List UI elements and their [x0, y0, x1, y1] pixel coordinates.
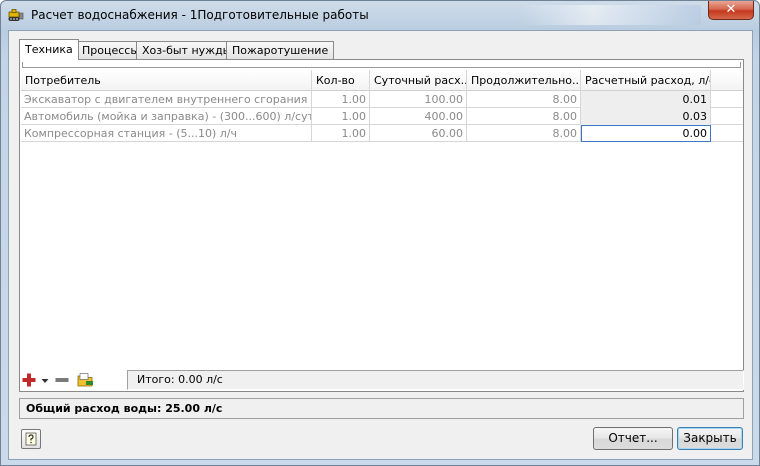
cell-consumer[interactable]: Компрессорная станция - (5...10) л/ч [21, 125, 312, 142]
column-header-qty[interactable]: Кол-во [312, 70, 370, 91]
consumers-grid[interactable]: Потребитель Кол-во Суточный расх... Прод… [21, 70, 743, 142]
cell-duration[interactable]: 8.00 [467, 108, 581, 125]
tab-protsessy[interactable]: Процессы [76, 41, 146, 59]
dialog-window: Расчет водоснабжения - 1Подготовительные… [0, 0, 760, 466]
plus-icon[interactable] [21, 371, 37, 389]
tab-panel: Потребитель Кол-во Суточный расх... Прод… [19, 59, 744, 392]
cell-calc[interactable]: 0.01 [581, 91, 711, 108]
close-button[interactable]: Закрыть [677, 427, 743, 450]
cell-consumer[interactable]: Экскаватор с двигателем внутреннего сгор… [21, 91, 312, 108]
title-bar[interactable]: Расчет водоснабжения - 1Подготовительные… [1, 1, 759, 29]
cell-daily[interactable]: 60.00 [370, 125, 467, 142]
table-row[interactable]: Компрессорная станция - (5...10) л/ч 1.0… [21, 125, 743, 142]
folder-edit-icon[interactable] [77, 371, 95, 389]
table-row[interactable]: Экскаватор с двигателем внутреннего сгор… [21, 91, 743, 108]
background-blur [521, 5, 701, 25]
dialog-client-area: Техника Процессы Хоз-быт нужды Пожаротуш… [8, 30, 753, 460]
cell-calc[interactable]: 0.03 [581, 108, 711, 125]
close-icon: ✕ [725, 2, 737, 17]
tab-pozharotushenie[interactable]: Пожаротушение [226, 41, 335, 59]
help-button[interactable] [21, 429, 41, 449]
column-header-calc[interactable]: Расчетный расход, л/с [581, 70, 711, 91]
bulldozer-icon [8, 9, 24, 21]
tab-tekhnika[interactable]: Техника [19, 39, 79, 60]
cell-daily[interactable]: 400.00 [370, 108, 467, 125]
cell-duration[interactable]: 8.00 [467, 125, 581, 142]
cell-qty[interactable]: 1.00 [312, 125, 370, 142]
table-row[interactable]: Автомобиль (мойка и заправка) - (300...6… [21, 108, 743, 125]
column-header-daily[interactable]: Суточный расх... [370, 70, 467, 91]
cell-consumer[interactable]: Автомобиль (мойка и заправка) - (300...6… [21, 108, 312, 125]
close-window-button[interactable]: ✕ [708, 1, 754, 20]
help-icon [25, 432, 37, 446]
minus-icon[interactable] [54, 371, 70, 389]
cell-qty[interactable]: 1.00 [312, 91, 370, 108]
window-title: Расчет водоснабжения - 1Подготовительные… [31, 8, 369, 22]
summary-total: Общий расход воды: 25.00 л/с [19, 398, 744, 419]
panel-top-strip [22, 62, 741, 68]
tab-khoz-byt-nuzhdy[interactable]: Хоз-быт нужды [136, 41, 238, 59]
grid-header: Потребитель Кол-во Суточный расх... Прод… [21, 70, 743, 91]
cell-daily[interactable]: 100.00 [370, 91, 467, 108]
cell-duration[interactable]: 8.00 [467, 91, 581, 108]
column-header-consumer[interactable]: Потребитель [21, 70, 312, 91]
report-button[interactable]: Отчет... [593, 427, 673, 450]
cell-calc-selected[interactable]: 0.00 [581, 125, 711, 142]
column-header-duration[interactable]: Продолжительно... [467, 70, 581, 91]
total-field: Итого: 0.00 л/с [127, 370, 744, 390]
cell-qty[interactable]: 1.00 [312, 108, 370, 125]
chevron-down-icon[interactable] [40, 371, 50, 389]
